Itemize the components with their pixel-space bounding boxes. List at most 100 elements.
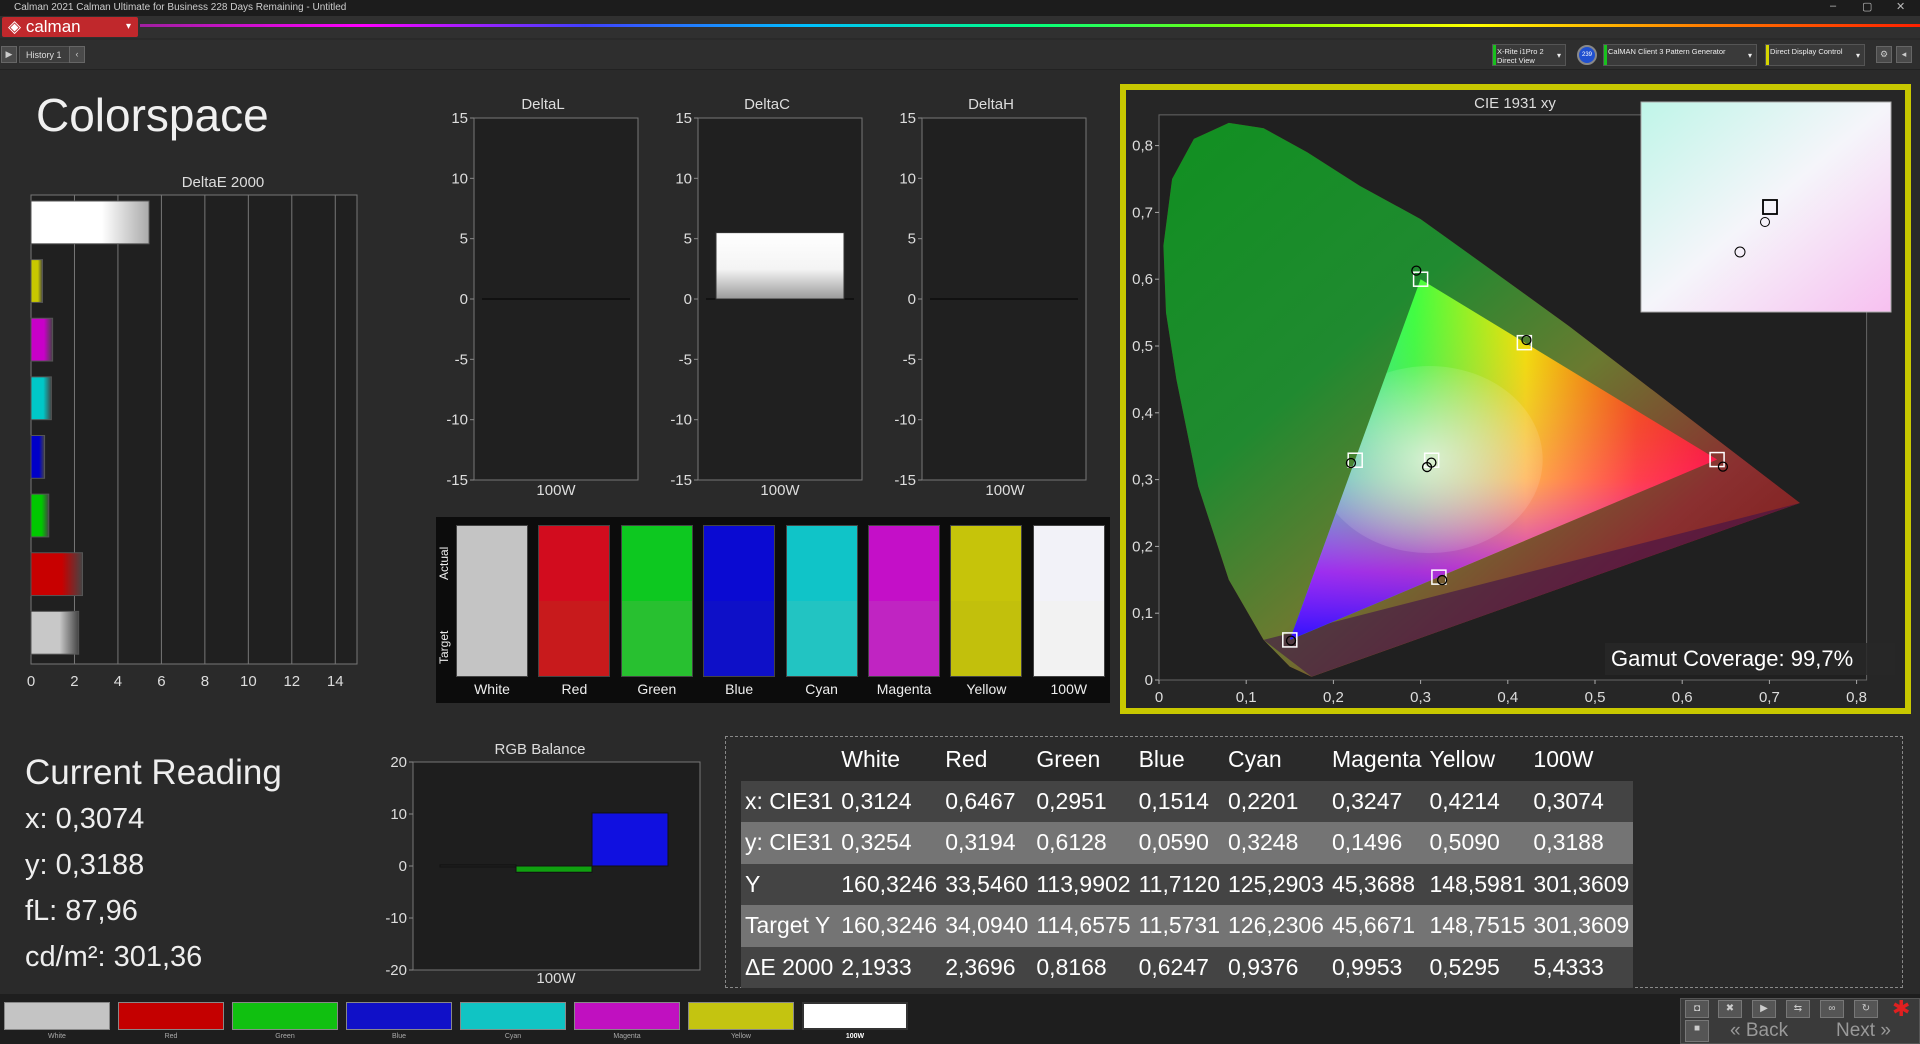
deltae-bar [30, 317, 54, 362]
table-row: y: CIE31 0,3254 0,3194 0,6128 0,0590 0,3248 0,… [741, 822, 1634, 864]
loop-icon[interactable]: ∞ [1820, 1000, 1844, 1018]
stop-button[interactable]: ■ [1685, 1020, 1709, 1042]
table-row-label: x: CIE31 [745, 787, 834, 814]
table-cell: 0,2201 [1228, 787, 1299, 814]
cie-xtick-label: 0,4 [1497, 689, 1518, 706]
delta-lch-charts: 15 10 5 0 -5 -10 -15 15 10 5 0 -5 -10 -15 15 10 5 0 -5 -10 -… [446, 110, 1087, 489]
pattern-swatch-red[interactable] [118, 1002, 224, 1030]
delta-lch-marks: 15 10 5 0 -5 -10 -15 15 10 5 0 -5 -10 -15 15 10 5 0 -5 -10 -… [446, 110, 1087, 489]
table-cell: 0,8168 [1036, 953, 1107, 980]
table-cell: 2,1933 [841, 953, 912, 980]
cie-ytick-label: 0,1 [1132, 605, 1153, 622]
swatch-label: Cyan [805, 681, 838, 697]
pattern-swatch-100w[interactable] [802, 1002, 908, 1030]
cie-xtick-label: 0,3 [1410, 689, 1431, 706]
table-row: Y 160,3246 33,5460 113,9902 11,7120 125,2903 4… [741, 863, 1634, 905]
table-cell: 0,3074 [1533, 787, 1604, 814]
play-icon[interactable]: ▶ [1752, 1000, 1776, 1018]
back-button[interactable]: « Back [1730, 1020, 1788, 1042]
delta-tick-label: 5 [684, 231, 692, 248]
deltal-label: 100W [536, 482, 576, 499]
table-cell: 0,3194 [945, 829, 1016, 856]
refresh-icon[interactable]: ↻ [1854, 1000, 1878, 1018]
rainbow-strip [140, 24, 1920, 27]
cie-ytick-label: 0,8 [1132, 138, 1153, 155]
table-cell: 301,3609 [1533, 912, 1630, 939]
pattern-swatch-label: 100W [845, 1033, 865, 1040]
delta-tick-label: 15 [675, 110, 692, 127]
continuous-read-icon[interactable]: ⇆ [1786, 1000, 1810, 1018]
table-header-cell: Blue [1138, 746, 1185, 773]
asterisk-icon[interactable]: ✱ [1892, 996, 1910, 1022]
device-display-control-select[interactable]: Direct Display Control ▾ [1765, 44, 1865, 66]
next-button[interactable]: Next » [1836, 1020, 1891, 1042]
cie-ytick-label: 0,4 [1132, 405, 1153, 422]
device-name: CalMAN Client 3 Pattern Generator [1608, 47, 1726, 56]
deltae-tick-label: 2 [70, 673, 78, 690]
table-cell: 0,6247 [1138, 953, 1209, 980]
back-label: Back [1745, 1020, 1789, 1041]
swatch-label: Green [637, 681, 677, 697]
delta-tick-label: -5 [679, 351, 692, 368]
deltae-bar [30, 493, 50, 538]
device-meter-select[interactable]: X-Rite i1Pro 2 Direct View ▾ [1492, 44, 1566, 66]
cie-xtick-label: 0 [1155, 689, 1163, 706]
table-row-label: Y [745, 870, 761, 897]
pattern-swatch-magenta[interactable] [574, 1002, 680, 1030]
maximize-button[interactable]: ▢ [1862, 0, 1872, 13]
collapse-icon[interactable]: ◂ [1896, 46, 1912, 63]
tab-menu-button[interactable]: ‹ [69, 46, 85, 63]
pattern-swatch-label: Magenta [613, 1033, 641, 1040]
meter-settings-button[interactable]: 239 [1577, 45, 1597, 65]
cie-ytick-label: 0,5 [1132, 338, 1153, 355]
delta-tick-label: 10 [675, 170, 692, 187]
swatch-actual [457, 526, 527, 601]
deltae-bar [30, 376, 52, 421]
deltae-tick-label: 0 [27, 673, 35, 690]
close-button[interactable]: ✕ [1896, 0, 1905, 13]
reading-cdm2: cd/m²: 301,36 [25, 941, 203, 973]
gamut-coverage-label: Gamut Coverage: [1611, 646, 1785, 671]
table-cell: 45,3688 [1331, 870, 1416, 897]
pattern-swatch-blue[interactable] [346, 1002, 452, 1030]
delta-tick-label: -15 [446, 472, 468, 489]
camera-icon[interactable]: ◘ [1685, 1000, 1709, 1018]
swatch-cyan [785, 525, 858, 677]
device-status-indicator [1493, 45, 1496, 65]
deltae-tick-label: 10 [240, 673, 257, 690]
play-icon[interactable]: ▶ [1, 46, 17, 63]
table-header-cell: Cyan [1228, 746, 1282, 773]
swatch-label: White [474, 681, 510, 697]
delta-tick-label: 10 [899, 170, 916, 187]
swatch-actual [621, 526, 692, 601]
table-cell: 2,3696 [945, 953, 1016, 980]
table-row-label: y: CIE31 [745, 829, 834, 856]
cie-chart: 0 0,1 0,2 0,3 0,4 0,5 0,6 0,7 0,8 0 0,1 0,2 0,3 0,4 0,… [1132, 101, 1892, 706]
rgb-tick-label: -10 [385, 910, 407, 927]
table-cell: 125,2903 [1228, 870, 1324, 897]
chevron-down-icon: ▾ [125, 21, 131, 32]
minimize-button[interactable]: – [1830, 0, 1836, 12]
gear-icon[interactable]: ⚙ [1876, 46, 1892, 63]
delete-icon[interactable]: ✖ [1718, 1000, 1742, 1018]
cie-xtick-label: 0,5 [1585, 689, 1606, 706]
swatch-target [869, 601, 939, 676]
calman-logo-menu[interactable]: ◈ calman ▾ [2, 17, 138, 37]
swatch-white [456, 525, 528, 677]
table-cell: 0,3248 [1228, 829, 1299, 856]
table-row-label: ΔE 2000 [745, 953, 834, 980]
swatch-blue [703, 525, 776, 677]
delta-tick-label: -15 [670, 472, 692, 489]
pattern-swatch-white[interactable] [4, 1002, 110, 1030]
swatch-yellow [950, 525, 1023, 677]
deltae-bar [30, 552, 83, 597]
deltae-tick-label: 6 [157, 673, 165, 690]
pattern-swatch-yellow[interactable] [688, 1002, 794, 1030]
device-pattern-generator-select[interactable]: CalMAN Client 3 Pattern Generator ▾ [1603, 44, 1757, 66]
pattern-swatch-cyan[interactable] [460, 1002, 566, 1030]
pattern-swatch-green[interactable] [232, 1002, 338, 1030]
delta-tick-label: 0 [908, 291, 916, 308]
reading-x: x: 0,3074 [25, 803, 145, 835]
table-cell: 34,0940 [945, 912, 1029, 939]
table-cell: 0,3254 [841, 829, 912, 856]
